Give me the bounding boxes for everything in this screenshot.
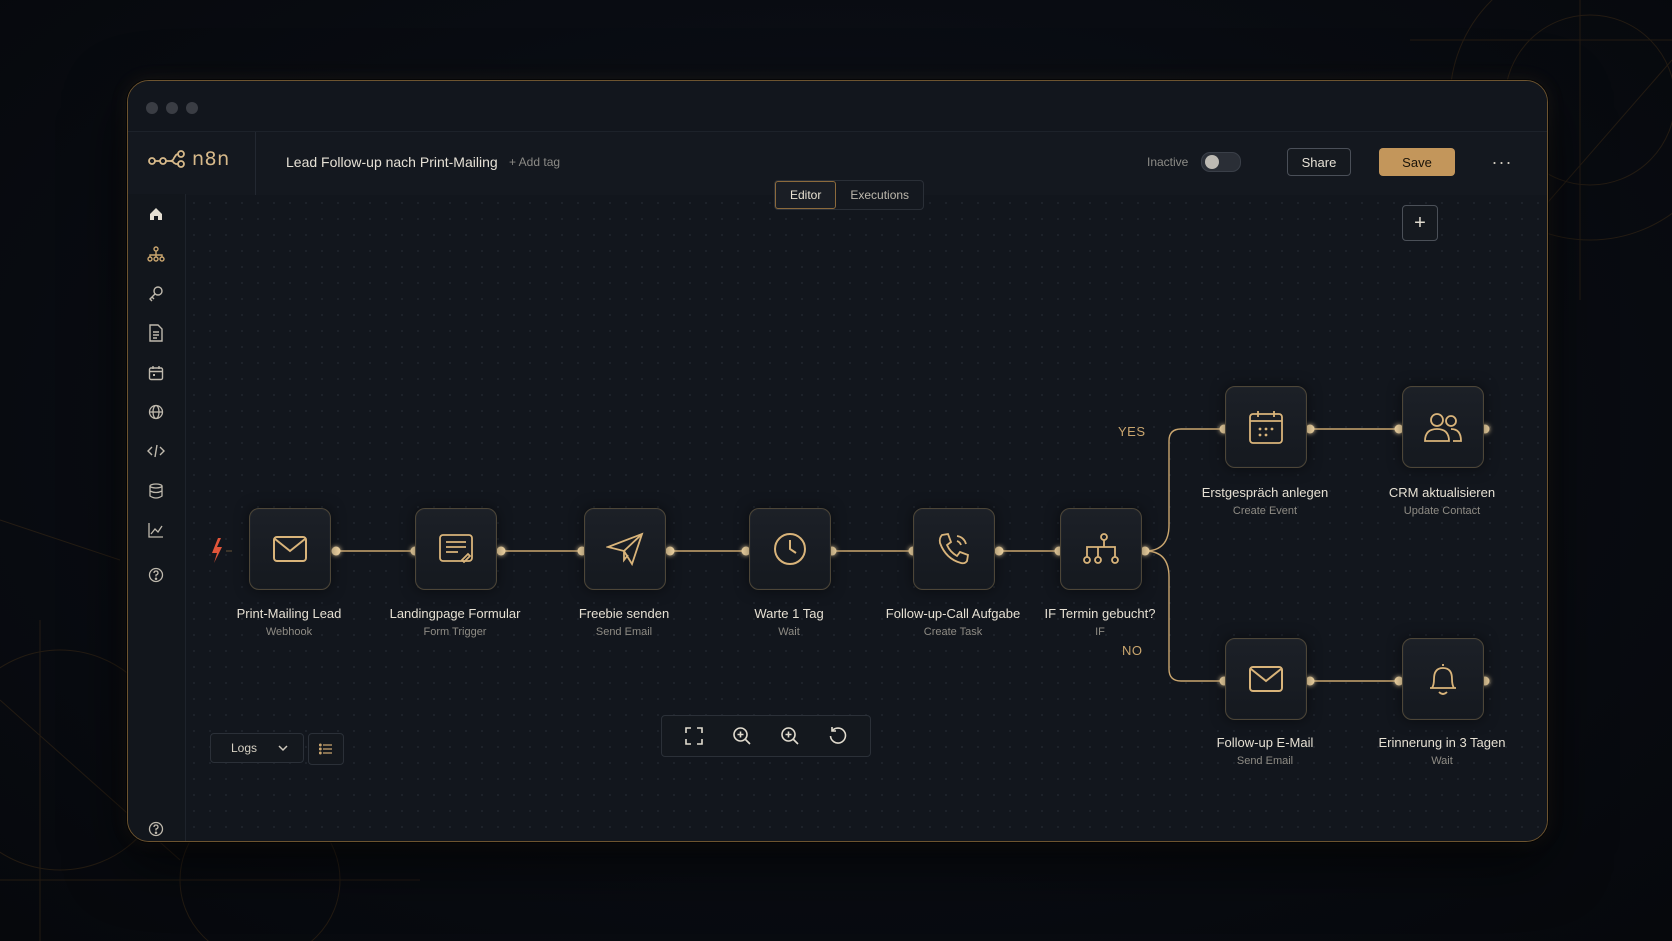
- workflow-title[interactable]: Lead Follow-up nach Print-Mailing: [286, 154, 498, 170]
- users-icon: [1424, 413, 1462, 442]
- node-label: Warte 1 Tag: [754, 606, 824, 621]
- zoom-out-icon[interactable]: [775, 721, 805, 751]
- node-label: Erinnerung in 3 Tagen: [1378, 735, 1506, 750]
- node-type: Wait: [778, 626, 800, 638]
- form-icon: [439, 534, 473, 564]
- node-label: Follow-up-Call Aufgabe: [885, 606, 1021, 621]
- clock-icon: [774, 533, 806, 565]
- node-if-termin-gebucht[interactable]: [1060, 508, 1142, 590]
- title-bar: [128, 81, 1547, 131]
- node-erinnerung[interactable]: [1402, 638, 1484, 720]
- node-print-mailing-lead[interactable]: [249, 508, 331, 590]
- add-tag-link[interactable]: + Add tag: [509, 155, 560, 169]
- node-type: IF: [1095, 626, 1105, 638]
- list-icon: [319, 743, 332, 755]
- calendar-icon[interactable]: [142, 359, 170, 387]
- calendar-icon: [1249, 411, 1283, 444]
- node-label: Erstgespräch anlegen: [1201, 485, 1329, 500]
- node-type: Send Email: [1236, 755, 1294, 767]
- n8n-logo[interactable]: n8n: [148, 148, 230, 170]
- reset-icon[interactable]: [823, 721, 853, 751]
- window-maximize-dot[interactable]: [186, 102, 198, 114]
- connector-dots: [331, 424, 1490, 686]
- window-close-dot[interactable]: [146, 102, 158, 114]
- node-type: Wait: [1431, 755, 1453, 767]
- node-label: Landingpage Formular: [389, 606, 521, 621]
- add-node-button[interactable]: +: [1402, 205, 1438, 241]
- workflows-icon[interactable]: [142, 240, 170, 268]
- divider: [255, 132, 256, 195]
- active-toggle[interactable]: [1201, 152, 1241, 172]
- node-label: Follow-up E-Mail: [1216, 735, 1314, 750]
- workflow-canvas[interactable]: + YES NO Print-Mailing Lead Webhook Land…: [186, 195, 1547, 841]
- node-warte-1-tag[interactable]: [749, 508, 831, 590]
- node-type: Form Trigger: [423, 626, 487, 638]
- status-label: Inactive: [1147, 155, 1189, 169]
- templates-icon[interactable]: [142, 319, 170, 347]
- logs-label: Logs: [231, 741, 258, 755]
- paper-plane-icon: [606, 532, 644, 566]
- toggle-knob: [1205, 155, 1219, 169]
- save-button[interactable]: Save: [1379, 148, 1455, 176]
- node-type: Webhook: [265, 626, 313, 638]
- node-crm-aktualisieren[interactable]: [1402, 386, 1484, 468]
- help-icon[interactable]: [142, 815, 170, 841]
- node-erstgespraech-anlegen[interactable]: [1225, 386, 1307, 468]
- help-icon[interactable]: [142, 561, 170, 589]
- node-follow-up-email[interactable]: [1225, 638, 1307, 720]
- mail-icon: [1249, 666, 1283, 692]
- home-icon[interactable]: [142, 200, 170, 228]
- node-type: Update Contact: [1403, 505, 1481, 517]
- more-options-icon[interactable]: ···: [1488, 150, 1516, 174]
- logo-icon: [148, 150, 185, 168]
- phone-icon: [938, 532, 970, 565]
- lightning-icon: [212, 538, 232, 563]
- analytics-icon[interactable]: [142, 516, 170, 544]
- branch-yes-label: YES: [1118, 424, 1146, 439]
- app-window: n8n Lead Follow-up nach Print-Mailing + …: [127, 80, 1548, 842]
- node-label: Print-Mailing Lead: [236, 606, 342, 621]
- code-icon[interactable]: [142, 437, 170, 465]
- node-landingpage-formular[interactable]: [415, 508, 497, 590]
- zoom-in-icon[interactable]: [727, 721, 757, 751]
- chevron-down-icon: [278, 745, 288, 752]
- share-button[interactable]: Share: [1287, 148, 1351, 176]
- node-follow-up-call[interactable]: [913, 508, 995, 590]
- node-label: IF Termin gebucht?: [1044, 606, 1156, 621]
- logo-text: n8n: [192, 148, 230, 170]
- globe-icon[interactable]: [142, 398, 170, 426]
- bell-icon: [1430, 664, 1456, 695]
- node-freebie-senden[interactable]: [584, 508, 666, 590]
- view-tabs: Editor Executions: [774, 180, 925, 210]
- branch-no-label: NO: [1122, 643, 1143, 658]
- tab-executions[interactable]: Executions: [836, 181, 923, 209]
- node-type: Create Event: [1232, 505, 1298, 517]
- node-label: CRM aktualisieren: [1388, 485, 1496, 500]
- branch-icon: [1083, 533, 1119, 564]
- logs-dropdown[interactable]: Logs: [210, 733, 304, 763]
- sidebar: A: [128, 194, 186, 841]
- mail-icon: [273, 536, 307, 562]
- node-type: Send Email: [595, 626, 653, 638]
- database-icon[interactable]: [142, 477, 170, 505]
- list-view-button[interactable]: [308, 733, 344, 765]
- zoom-controls: [661, 715, 871, 757]
- window-minimize-dot[interactable]: [166, 102, 178, 114]
- tab-editor[interactable]: Editor: [775, 181, 837, 209]
- fit-view-icon[interactable]: [679, 721, 709, 751]
- node-type: Create Task: [923, 626, 983, 638]
- node-label: Freebie senden: [578, 606, 670, 621]
- credentials-icon[interactable]: [142, 280, 170, 308]
